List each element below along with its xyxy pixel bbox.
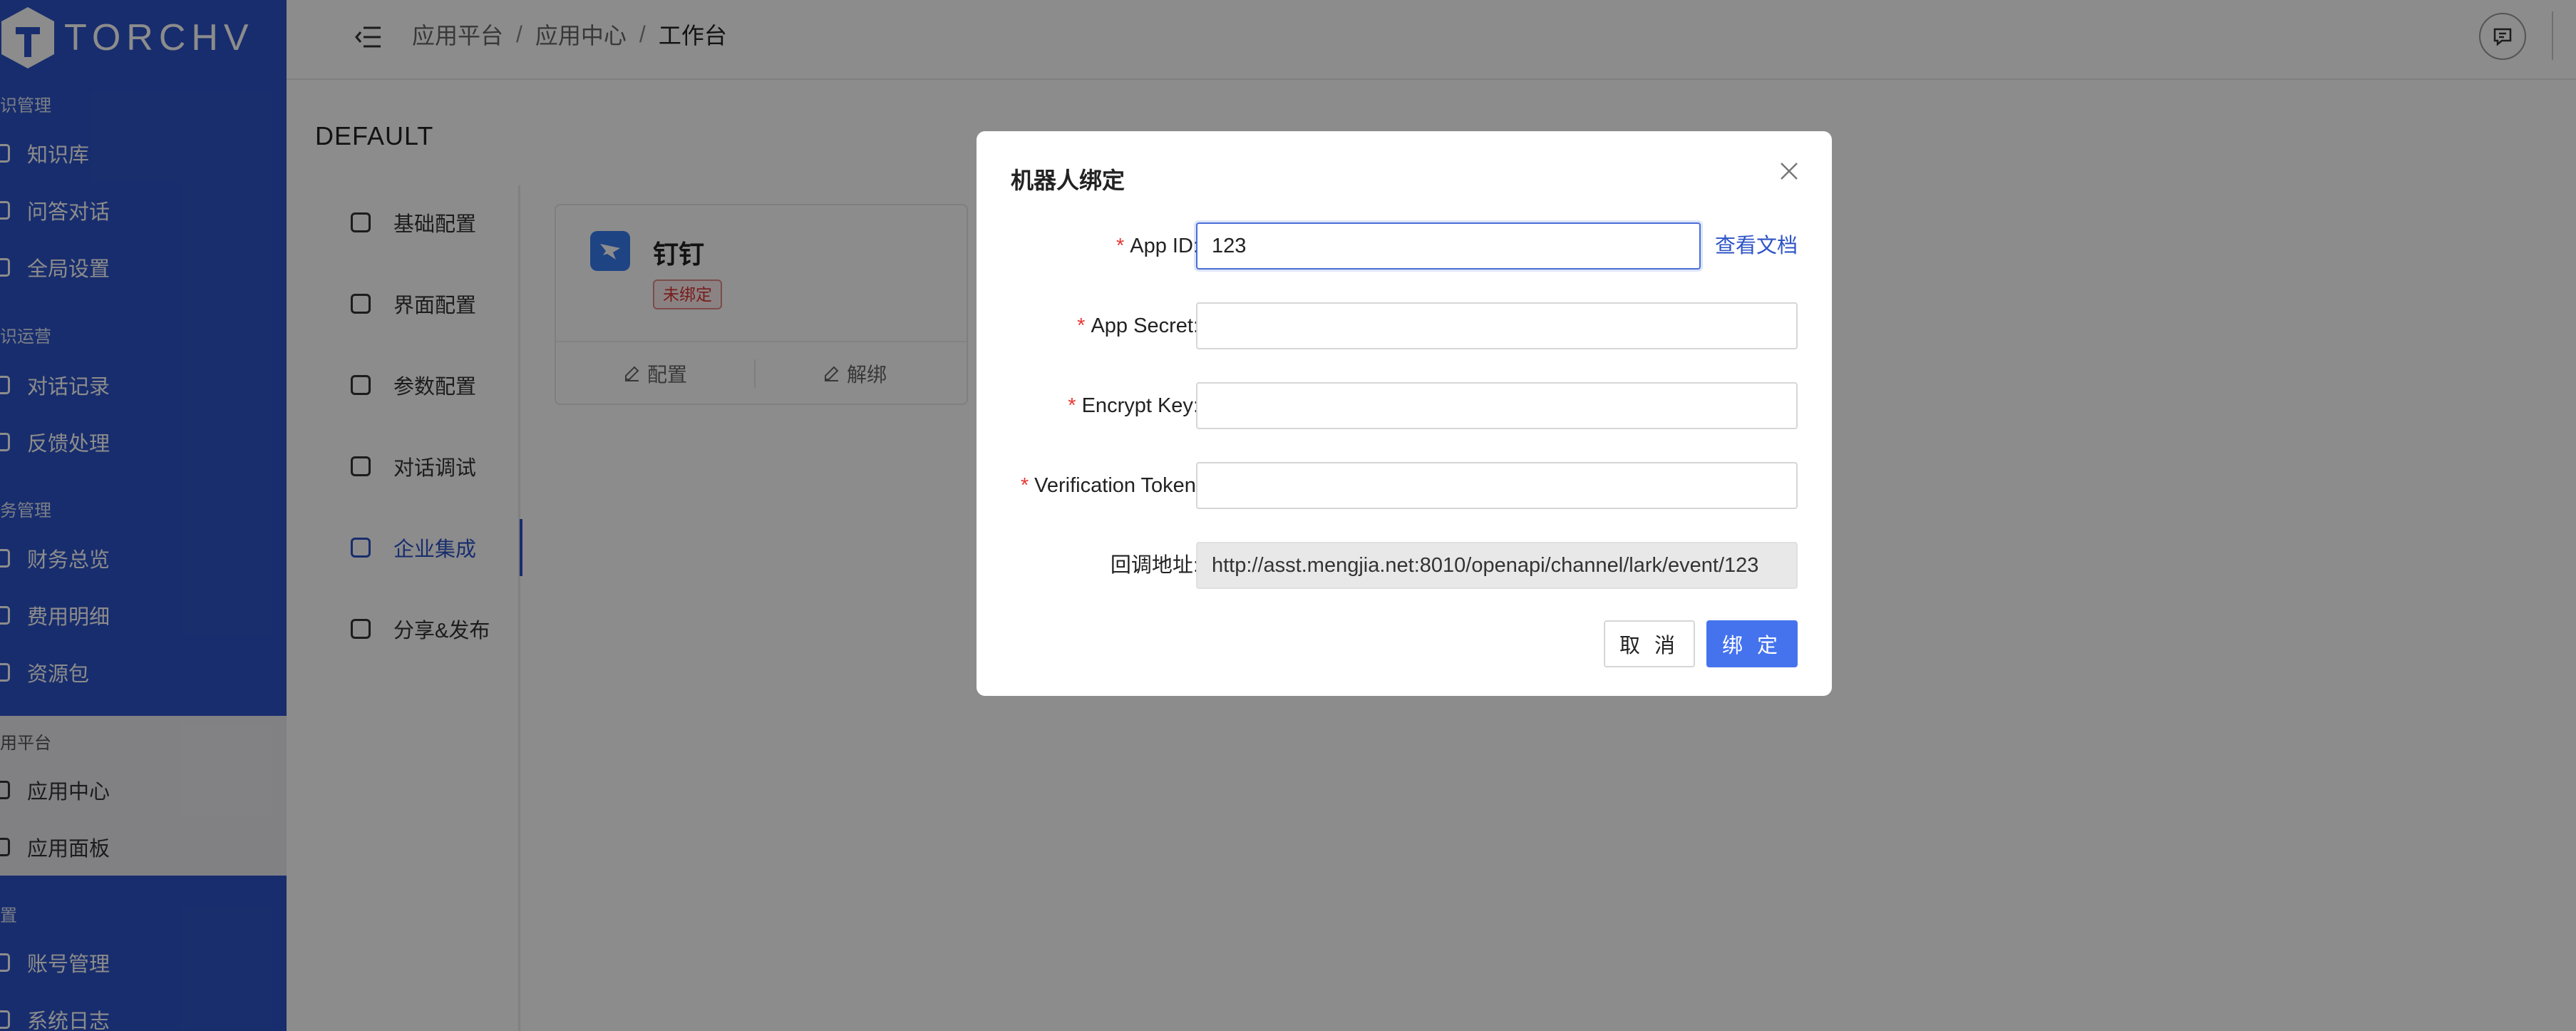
field-label: *App ID:: [1116, 235, 1199, 257]
encrypt-key-input[interactable]: [1196, 382, 1798, 429]
form-row-callback-url: 回调地址:: [977, 542, 1832, 589]
form-row-encrypt-key: *Encrypt Key:: [977, 382, 1832, 429]
field-label: 回调地址:: [1110, 554, 1199, 577]
cancel-button[interactable]: 取 消: [1604, 620, 1695, 667]
view-docs-link[interactable]: 查看文档: [1715, 222, 1798, 270]
callback-url-field[interactable]: [1196, 542, 1798, 589]
close-icon[interactable]: [1778, 160, 1800, 183]
form-row-app-secret: *App Secret:: [977, 302, 1832, 349]
required-mark: *: [1020, 474, 1029, 497]
field-label: *Encrypt Key:: [1068, 394, 1199, 417]
app-id-input[interactable]: [1196, 222, 1701, 270]
robot-binding-dialog: 机器人绑定 *App ID: 查看文档 *App Secret: *Encryp…: [977, 131, 1832, 696]
required-mark: *: [1116, 235, 1125, 257]
required-mark: *: [1068, 394, 1076, 417]
bind-button[interactable]: 绑 定: [1706, 620, 1798, 667]
dialog-title: 机器人绑定: [1011, 168, 1125, 193]
form-row-verification-token: *Verification Token:: [977, 462, 1832, 509]
app-secret-input[interactable]: [1196, 302, 1798, 349]
required-mark: *: [1077, 314, 1086, 337]
verification-token-input[interactable]: [1196, 462, 1798, 509]
field-label: *Verification Token:: [1020, 474, 1202, 497]
form-row-app-id: *App ID: 查看文档: [977, 222, 1832, 270]
field-label: *App Secret:: [1077, 314, 1199, 337]
